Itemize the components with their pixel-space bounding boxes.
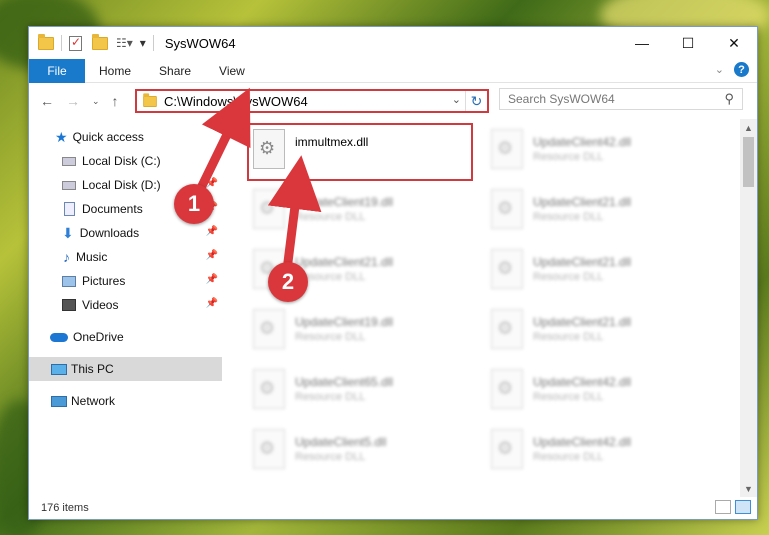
callout-badge-2: 2 xyxy=(268,262,308,302)
callout-arrows xyxy=(195,87,322,267)
callout-badge-1: 1 xyxy=(174,184,214,224)
arrow-to-file xyxy=(267,155,322,267)
arrow-to-address-bar xyxy=(195,87,251,195)
